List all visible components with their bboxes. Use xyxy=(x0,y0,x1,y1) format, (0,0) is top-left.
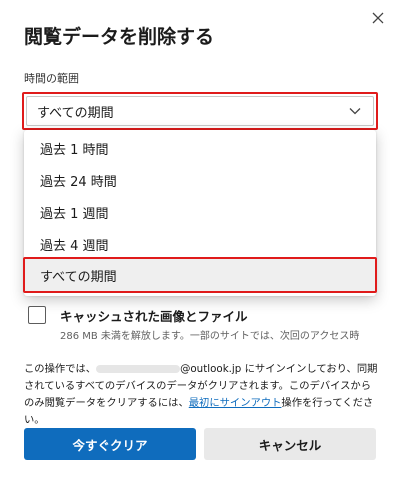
time-range-select-highlight: すべての期間 xyxy=(22,92,378,130)
cache-option-title: キャッシュされた画像とファイル xyxy=(60,309,248,324)
dialog-title: 閲覧データを削除する xyxy=(24,26,215,48)
option-past-hour[interactable]: 過去 1 時間 xyxy=(24,132,376,164)
time-range-dropdown: 過去 1 時間 過去 24 時間 過去 1 週間 過去 4 週間 すべての期間 xyxy=(23,130,377,296)
time-range-select[interactable]: すべての期間 xyxy=(26,96,374,126)
clear-browsing-data-dialog: 閲覧データを削除する 時間の範囲 すべての期間 過去 1 時間 過去 24 時間… xyxy=(0,0,400,484)
cache-checkbox[interactable] xyxy=(28,306,46,324)
cancel-button[interactable]: キャンセル xyxy=(204,428,376,460)
option-past-week[interactable]: 過去 1 週間 xyxy=(24,196,376,228)
redacted-email xyxy=(96,365,181,373)
time-range-label: 時間の範囲 xyxy=(24,72,79,85)
info-prefix: この操作では、 xyxy=(24,363,97,375)
cache-option-description: 286 MB 未満を解放します。一部のサイトでは、次回のアクセス時 xyxy=(60,331,360,342)
clear-now-button[interactable]: 今すぐクリア xyxy=(24,428,196,460)
option-past-24-hours[interactable]: 過去 24 時間 xyxy=(24,164,376,196)
close-button[interactable] xyxy=(366,6,390,30)
option-past-4-weeks[interactable]: 過去 4 週間 xyxy=(24,228,376,260)
close-icon xyxy=(372,9,384,28)
chevron-down-icon xyxy=(349,104,361,119)
option-all-time[interactable]: すべての期間 xyxy=(23,257,377,293)
sync-info-text: この操作では、 @outlook.jp にサインインしており、同期されているすべて… xyxy=(24,361,380,429)
time-range-select-value: すべての期間 xyxy=(37,105,114,121)
sign-out-first-link[interactable]: 最初にサインアウト xyxy=(189,397,282,409)
info-email-domain: @outlook.jp xyxy=(180,363,242,375)
